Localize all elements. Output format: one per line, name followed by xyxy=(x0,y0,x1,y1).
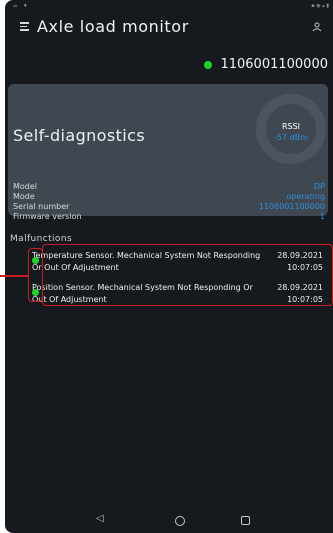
info-row-serial: Serial number 1106001100000 xyxy=(13,202,325,212)
status-bar: ⚌ ♦ ▪ ◉ ▴ ▮ xyxy=(5,0,333,12)
info-value: operating xyxy=(286,192,325,201)
app-bar: Axle load monitor xyxy=(5,12,333,42)
app-screen: ⚌ ♦ ▪ ◉ ▴ ▮ Axle load monitor 1106001100… xyxy=(5,0,333,533)
menu-icon[interactable] xyxy=(20,22,29,31)
malfunctions-title: Malfunctions xyxy=(10,234,73,244)
back-icon[interactable]: ◁ xyxy=(96,513,104,524)
annotation-pointer xyxy=(0,275,28,277)
info-row-firmware: Firmware version 1 xyxy=(13,212,325,222)
device-info-list: Model DP Mode operating Serial number 11… xyxy=(13,182,325,222)
device-id-row: 1106001100000 xyxy=(204,57,328,72)
info-row-mode: Mode operating xyxy=(13,192,325,202)
app-title: Axle load monitor xyxy=(37,17,189,36)
info-value: 1106001100000 xyxy=(258,202,325,211)
info-row-model: Model DP xyxy=(13,182,325,192)
malfunctions-highlight xyxy=(42,244,333,306)
recent-apps-icon[interactable] xyxy=(241,516,250,525)
connection-status-dot xyxy=(204,60,213,69)
home-icon[interactable] xyxy=(175,516,185,526)
device-id: 1106001100000 xyxy=(220,57,328,72)
info-label: Serial number xyxy=(13,202,70,211)
info-value: 1 xyxy=(319,212,325,221)
card-title: Self-diagnostics xyxy=(13,126,146,145)
navigation-bar: ◁ xyxy=(5,509,333,533)
self-diagnostics-card: Self-diagnostics RSSI -57 dBm Model DP M… xyxy=(8,84,328,221)
profile-icon[interactable] xyxy=(312,22,322,32)
info-value: DP xyxy=(314,182,325,191)
rssi-value: -57 dBm xyxy=(274,133,308,142)
status-column-highlight xyxy=(28,248,43,302)
info-label: Model xyxy=(13,182,38,191)
rssi-label: RSSI xyxy=(281,122,301,131)
info-label: Mode xyxy=(13,192,35,201)
device-frame: ⚌ ♦ ▪ ◉ ▴ ▮ Axle load monitor 1106001100… xyxy=(0,0,333,533)
status-icons-right: ▪ ◉ ▴ ▮ xyxy=(311,3,329,9)
info-label: Firmware version xyxy=(13,212,82,221)
status-icons-left: ⚌ ♦ xyxy=(13,3,30,9)
rssi-gauge: RSSI -57 dBm xyxy=(256,94,326,164)
